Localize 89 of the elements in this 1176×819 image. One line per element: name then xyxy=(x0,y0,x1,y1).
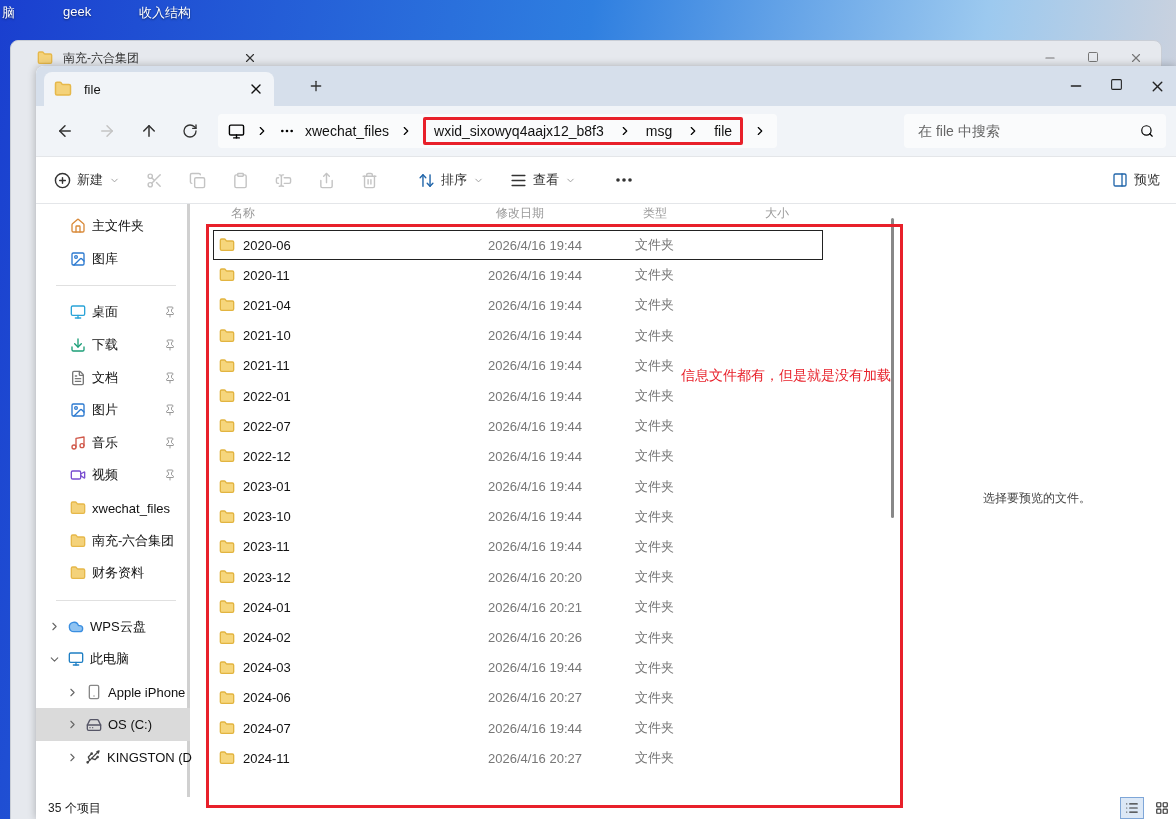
trash-icon xyxy=(361,171,378,189)
desktop-icon-label: 收入结构 xyxy=(139,4,192,22)
grid-icon xyxy=(1155,801,1169,815)
sidebar-item[interactable]: WPS云盘 xyxy=(36,610,190,644)
drive-icon xyxy=(86,716,102,733)
details-view-button[interactable] xyxy=(1120,797,1144,819)
close-icon[interactable] xyxy=(243,51,257,65)
picture-icon xyxy=(70,250,86,267)
sidebar-item[interactable]: 此电脑 xyxy=(36,643,190,676)
picture-icon xyxy=(70,402,86,419)
list-icon xyxy=(1125,801,1139,815)
folder-icon xyxy=(70,500,86,517)
file-row[interactable]: 2024-07 2026/4/16 19:44 文件夹 xyxy=(213,713,673,744)
monitor-icon xyxy=(68,651,84,668)
search-field[interactable]: 在 file 中搜索 xyxy=(904,114,1166,148)
sidebar-item[interactable]: 图库 xyxy=(36,242,190,276)
plus-icon xyxy=(308,78,324,94)
panel-icon xyxy=(1112,172,1128,188)
scissors-icon xyxy=(146,171,163,189)
rename-icon xyxy=(275,171,292,189)
document-icon xyxy=(70,369,86,386)
desktop-icon-label: geek xyxy=(63,4,92,21)
address-bar[interactable]: xwechat_files wxid_sixowyq4aajx12_b8f3 msg file xyxy=(218,114,778,148)
download-icon xyxy=(70,337,86,354)
window-tab[interactable]: file xyxy=(44,72,274,106)
sort-icon xyxy=(418,171,435,189)
toolbar-button[interactable]: 新建 xyxy=(50,167,124,193)
copy-icon xyxy=(189,171,206,189)
refresh-icon xyxy=(182,123,198,139)
clipboard-icon xyxy=(232,171,249,189)
scrollbar[interactable] xyxy=(891,218,894,518)
sidebar-item[interactable]: 桌面 xyxy=(36,296,190,329)
file-row[interactable]: 2024-03 2026/4/16 19:44 文件夹 xyxy=(213,652,673,683)
toolbar-button[interactable]: 查看 xyxy=(506,167,580,193)
search-icon[interactable] xyxy=(1140,124,1154,138)
sidebar-item[interactable]: OS (C:) xyxy=(36,708,190,741)
sidebar-item[interactable]: 财务资料 xyxy=(36,556,190,590)
item-count: 35 个项目 xyxy=(48,799,101,817)
monitor-icon xyxy=(70,304,86,321)
file-row[interactable]: 2023-01 2026/4/16 19:44 文件夹 xyxy=(213,471,673,502)
breadcrumb[interactable]: wxid_sixowyq4aajx12_b8f3 xyxy=(434,123,604,139)
monitor-icon xyxy=(228,122,245,140)
file-row[interactable]: 2021-11 2026/4/16 19:44 文件夹 xyxy=(213,350,673,381)
usb-icon xyxy=(85,749,101,766)
more-icon xyxy=(616,178,632,182)
breadcrumb[interactable]: xwechat_files xyxy=(305,123,390,139)
file-row[interactable]: 2023-11 2026/4/16 19:44 文件夹 xyxy=(213,531,673,563)
file-row[interactable]: 2022-07 2026/4/16 19:44 文件夹 xyxy=(213,411,673,442)
music-note-icon xyxy=(70,434,86,451)
share-icon xyxy=(318,171,335,189)
arrow-right-icon xyxy=(98,122,116,140)
sidebar-item[interactable]: xwechat_files xyxy=(36,491,190,525)
folder-icon xyxy=(70,565,86,582)
file-row[interactable]: 2024-02 2026/4/16 20:26 文件夹 xyxy=(213,622,673,653)
sidebar-item[interactable]: 文档 xyxy=(36,361,190,394)
file-row[interactable]: 2020-06 2026/4/16 19:44 文件夹 xyxy=(213,230,823,261)
file-row[interactable]: 2021-10 2026/4/16 19:44 文件夹 xyxy=(213,320,673,351)
desktop-icon-label: 脑 xyxy=(2,4,15,22)
file-row[interactable]: 2023-10 2026/4/16 19:44 文件夹 xyxy=(213,501,673,532)
sidebar-item[interactable]: 视频 xyxy=(36,459,190,492)
maximize-icon[interactable] xyxy=(1110,77,1123,91)
sidebar-item[interactable]: 音乐 xyxy=(36,426,190,460)
toolbar-button[interactable]: 排序 xyxy=(414,167,488,193)
file-row[interactable]: 2024-01 2026/4/16 20:21 文件夹 xyxy=(213,592,673,623)
file-row[interactable]: 2024-11 2026/4/16 20:27 文件夹 xyxy=(213,743,673,774)
sidebar-item[interactable]: Apple iPhone xyxy=(36,675,190,709)
file-row[interactable]: 2023-12 2026/4/16 20:20 文件夹 xyxy=(213,562,673,593)
file-row[interactable]: 2022-01 2026/4/16 19:44 文件夹 xyxy=(213,380,673,412)
folder-icon xyxy=(37,50,53,66)
sidebar-item[interactable]: 南充-六合集团 xyxy=(36,524,190,557)
breadcrumb[interactable]: msg xyxy=(645,123,673,139)
plus-circle-icon xyxy=(54,171,71,189)
preview-message: 选择要预览的文件。 xyxy=(983,490,1091,507)
house-icon xyxy=(70,218,86,235)
window-tab[interactable]: 南充-六合集团 xyxy=(29,49,265,67)
sidebar-item[interactable]: 图片 xyxy=(36,393,190,427)
annotation-text: 信息文件都有，但是就是没有加载 xyxy=(681,367,891,385)
folder-icon xyxy=(54,80,72,98)
sidebar-item[interactable]: 主文件夹 xyxy=(36,210,190,243)
file-row[interactable]: 2024-06 2026/4/16 20:27 文件夹 xyxy=(213,682,673,713)
file-row[interactable]: 2021-04 2026/4/16 19:44 文件夹 xyxy=(213,290,673,321)
file-row[interactable]: 2020-11 2026/4/16 19:44 文件夹 xyxy=(213,260,673,291)
file-row[interactable]: 2022-12 2026/4/16 19:44 文件夹 xyxy=(213,441,673,472)
phone-icon xyxy=(86,684,102,700)
sidebar-item[interactable]: 下载 xyxy=(36,328,190,362)
preview-button[interactable]: 预览 xyxy=(1108,167,1164,193)
sidebar-item[interactable]: KINGSTON (D xyxy=(36,740,190,774)
breadcrumb[interactable]: file xyxy=(714,123,733,139)
folder-icon xyxy=(70,532,86,549)
